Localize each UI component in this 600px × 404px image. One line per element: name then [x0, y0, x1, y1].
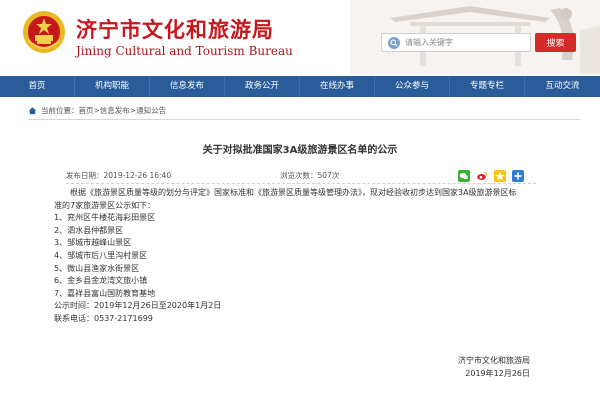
- divider: [66, 183, 536, 184]
- contact-phone: 联系电话：0537-2171699: [54, 313, 153, 323]
- list-item: 4、邹城市后八里沟村景区: [54, 250, 148, 260]
- view-count: 浏览次数：507次: [280, 170, 339, 181]
- breadcrumb: 当前位置： 首页 > 信息发布 > 通知公告: [28, 103, 166, 117]
- nav-item-special-topics[interactable]: 专题专栏: [450, 76, 525, 97]
- publish-date-value: 2019-12-26 16:40: [103, 171, 172, 180]
- list-item: 7、嘉祥县富山国防教育基地: [54, 288, 156, 298]
- article-paragraph: 根据《旅游景区质量等级的划分与评定》国家标准和《旅游景区质量等级管理办法》，现对…: [70, 188, 517, 197]
- home-icon: [28, 106, 37, 114]
- publish-date-label: 发布日期：: [66, 171, 104, 180]
- weibo-icon[interactable]: [476, 167, 488, 182]
- signature-date: 2019年12月26日: [465, 368, 530, 378]
- qzone-icon[interactable]: [494, 167, 506, 182]
- list-item: 2、泗水县仲都景区: [54, 225, 124, 235]
- list-item: 5、微山县渔家水街景区: [54, 263, 140, 273]
- nav-item-public-affairs[interactable]: 政务公开: [225, 76, 300, 97]
- publicity-period: 公示时间：2019年12月26日至2020年1月2日: [54, 301, 222, 311]
- search-box: [381, 33, 531, 52]
- article-title: 关于对拟批准国家3A级旅游景区名单的公示: [202, 145, 398, 156]
- nav-item-participation[interactable]: 公众参与: [375, 76, 450, 97]
- view-count-value: 507次: [317, 171, 340, 180]
- nav-item-interaction[interactable]: 互动交流: [525, 76, 600, 97]
- list-item: 3、邹城市越峰山景区: [54, 238, 132, 248]
- wechat-icon[interactable]: [458, 167, 470, 182]
- national-emblem-logo: [23, 11, 65, 53]
- publish-date: 发布日期：2019-12-26 16:40: [66, 170, 171, 181]
- share-bar: [458, 167, 524, 182]
- list-item: 1、兖州区牛楼花海彩田景区: [54, 213, 156, 223]
- site-header: 济宁市文化和旅游局 Jining Cultural and Tourism Bu…: [0, 0, 600, 74]
- list-item: 6、金乡县金龙湾文旅小镇: [54, 276, 148, 286]
- breadcrumb-link-news[interactable]: 信息发布: [100, 105, 130, 116]
- site-title: 济宁市文化和旅游局: [76, 18, 274, 42]
- breadcrumb-link-home[interactable]: 首页: [79, 105, 94, 116]
- main-nav: 首页 机构职能 信息发布 政务公开 在线办事 公众参与 专题专栏 互动交流: [0, 76, 600, 97]
- nav-item-functions[interactable]: 机构职能: [75, 76, 150, 97]
- site-subtitle-english: Jining Cultural and Tourism Bureau: [76, 44, 293, 58]
- search-button[interactable]: 搜索: [535, 33, 576, 52]
- divider: [28, 119, 580, 120]
- search-icon: [388, 36, 400, 49]
- search-input[interactable]: [405, 35, 530, 50]
- article-body: 根据《旅游景区质量等级的划分与评定》国家标准和《旅游景区质量等级管理办法》，现对…: [54, 187, 574, 326]
- nav-item-news[interactable]: 信息发布: [150, 76, 225, 97]
- signature: 济宁市文化和旅游局 2019年12月26日: [458, 355, 530, 380]
- plus-icon[interactable]: [512, 167, 524, 182]
- nav-item-home[interactable]: 首页: [0, 76, 75, 97]
- view-count-label: 浏览次数：: [280, 171, 318, 180]
- nav-item-online-services[interactable]: 在线办事: [300, 76, 375, 97]
- article-paragraph: 准的7家旅游景区公示如下：: [54, 200, 156, 210]
- breadcrumb-prefix: 当前位置：: [41, 105, 79, 115]
- breadcrumb-link-notices[interactable]: 通知公告: [136, 105, 166, 116]
- signature-org: 济宁市文化和旅游局: [458, 356, 530, 365]
